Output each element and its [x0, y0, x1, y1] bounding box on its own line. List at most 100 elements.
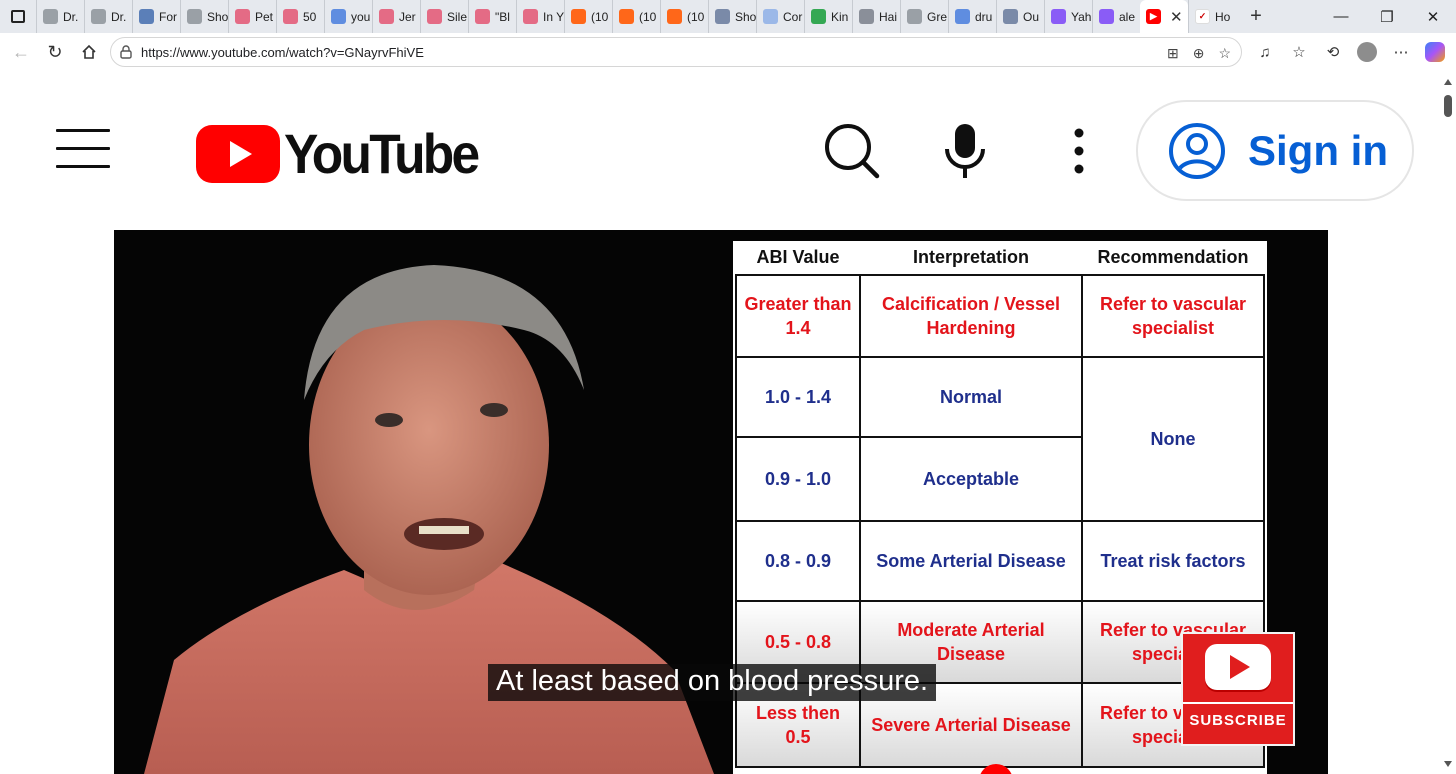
- browser-tab[interactable]: Cor: [756, 0, 804, 33]
- browser-toolbar: ← ↻ https://www.youtube.com/watch?v=GNay…: [0, 33, 1456, 71]
- browser-tab[interactable]: For: [132, 0, 180, 33]
- tab-label: Kin: [831, 9, 849, 24]
- browser-tab[interactable]: Sile: [420, 0, 468, 33]
- copilot-icon[interactable]: [1420, 37, 1450, 67]
- youtube-icon: [235, 9, 250, 24]
- search-icon[interactable]: [822, 121, 880, 179]
- browser-tab[interactable]: Jer: [372, 0, 420, 33]
- table-cell: None: [1081, 356, 1265, 522]
- profile-avatar[interactable]: [1352, 37, 1382, 67]
- address-url[interactable]: https://www.youtube.com/watch?v=GNayrvFh…: [141, 45, 424, 60]
- restore-button[interactable]: ❐: [1364, 0, 1410, 33]
- tab-label: Sho: [207, 9, 228, 24]
- bird-icon: ✓: [1195, 9, 1210, 24]
- microphone-icon[interactable]: [940, 121, 990, 181]
- table-cell: Treat risk factors: [1081, 520, 1265, 602]
- browser-tab[interactable]: Ou: [996, 0, 1044, 33]
- tab-label: Yah: [1071, 9, 1092, 24]
- read-aloud-icon[interactable]: ♫: [1250, 37, 1280, 67]
- tab-label: you: [351, 9, 371, 24]
- tab-last[interactable]: ✓ Ho: [1188, 0, 1240, 33]
- window-controls: — ❐ ✕: [1318, 0, 1456, 33]
- browser-tab[interactable]: (10: [612, 0, 660, 33]
- youtube-logo-text: YouTube: [284, 122, 480, 185]
- browser-tab[interactable]: "Bl: [468, 0, 516, 33]
- browser-tab[interactable]: In Y: [516, 0, 564, 33]
- browser-tab[interactable]: Dr.: [84, 0, 132, 33]
- guide-menu-button[interactable]: [56, 127, 110, 168]
- more-options-icon[interactable]: ⋯: [1386, 37, 1416, 67]
- youtube-icon: ▶: [1146, 9, 1161, 24]
- browser-tab[interactable]: Sho: [180, 0, 228, 33]
- page-scrollbar[interactable]: [1440, 71, 1456, 774]
- browser-tab[interactable]: ale: [1092, 0, 1140, 33]
- sign-in-button[interactable]: Sign in: [1136, 100, 1414, 201]
- account-icon: [1169, 122, 1225, 179]
- browser-tab[interactable]: you: [324, 0, 372, 33]
- table-header: ABI Value: [756, 247, 840, 267]
- new-tab-button[interactable]: +: [1240, 0, 1272, 33]
- home-button[interactable]: [72, 35, 106, 69]
- youtube-play-icon: [1205, 644, 1271, 690]
- browser-tab[interactable]: Hai: [852, 0, 900, 33]
- medium-icon: [1003, 9, 1018, 24]
- tab-label: Ou: [1023, 9, 1040, 24]
- tab-label: Dr.: [111, 9, 127, 24]
- video-player[interactable]: ABI Value Interpretation Recommendation …: [114, 230, 1328, 774]
- browser-tab[interactable]: Gre: [900, 0, 948, 33]
- favorites-icon[interactable]: ☆: [1284, 37, 1314, 67]
- browser-tab[interactable]: Dr.: [36, 0, 84, 33]
- table-cell: Acceptable: [859, 436, 1083, 522]
- subscribe-watermark[interactable]: SUBSCRIBE: [1181, 632, 1295, 746]
- youtube-play-icon: [196, 124, 280, 183]
- tab-label: (10: [687, 9, 705, 24]
- reload-button[interactable]: ↻: [38, 35, 72, 69]
- browser-tab[interactable]: Pet: [228, 0, 276, 33]
- globe-icon: [91, 9, 106, 24]
- tab-label: In Y: [543, 9, 564, 24]
- history-icon[interactable]: ⟲: [1318, 37, 1348, 67]
- globe-icon: [187, 9, 202, 24]
- document-icon: [139, 9, 154, 24]
- sheet-icon: [811, 9, 826, 24]
- browser-tab[interactable]: (10: [660, 0, 708, 33]
- youtube-icon: [283, 9, 298, 24]
- table-row: 1.0 - 1.4 Normal None: [735, 356, 1265, 522]
- browser-tab[interactable]: (10: [564, 0, 612, 33]
- search-icon: [331, 9, 346, 24]
- minimize-button[interactable]: —: [1318, 0, 1364, 33]
- browser-tab[interactable]: dru: [948, 0, 996, 33]
- youtube-icon: [427, 9, 442, 24]
- zoom-icon[interactable]: ⊕: [1193, 45, 1205, 62]
- close-window-button[interactable]: ✕: [1410, 0, 1456, 33]
- browser-tab[interactable]: 50: [276, 0, 324, 33]
- scrollbar-thumb[interactable]: [1444, 95, 1452, 117]
- tab-label: Sile: [447, 9, 468, 24]
- scroll-up-icon[interactable]: [1444, 79, 1452, 85]
- browser-tab[interactable]: Kin: [804, 0, 852, 33]
- youtube-logo[interactable]: YouTube: [196, 121, 494, 186]
- app-available-icon[interactable]: ⊞: [1167, 45, 1179, 62]
- globe-icon: [43, 9, 58, 24]
- tab-label: Ho: [1215, 9, 1231, 24]
- scroll-down-icon[interactable]: [1444, 761, 1452, 767]
- site-info-icon[interactable]: [111, 45, 141, 59]
- medium-icon: [715, 9, 730, 24]
- favorite-star-icon[interactable]: ☆: [1218, 45, 1231, 62]
- table-header: Interpretation: [912, 247, 1029, 267]
- close-tab-icon[interactable]: ✕: [1170, 8, 1183, 26]
- back-button[interactable]: ←: [4, 35, 38, 69]
- home-icon: [82, 44, 96, 59]
- browser-tab[interactable]: Sho: [708, 0, 756, 33]
- browser-tab[interactable]: Yah: [1044, 0, 1092, 33]
- table-cell: 0.8 - 0.9: [735, 520, 861, 602]
- tab-active-youtube[interactable]: ▶ ✕: [1140, 0, 1188, 33]
- address-bar[interactable]: https://www.youtube.com/watch?v=GNayrvFh…: [110, 37, 1242, 67]
- tab-actions-button[interactable]: [0, 0, 36, 33]
- table-header-row: ABI Value Interpretation Recommendation: [736, 241, 1264, 275]
- tab-label: (10: [591, 9, 609, 24]
- substack-icon: [667, 9, 682, 24]
- more-vert-icon[interactable]: [1066, 127, 1092, 175]
- tab-label: Gre: [927, 9, 948, 24]
- youtube-icon: [379, 9, 394, 24]
